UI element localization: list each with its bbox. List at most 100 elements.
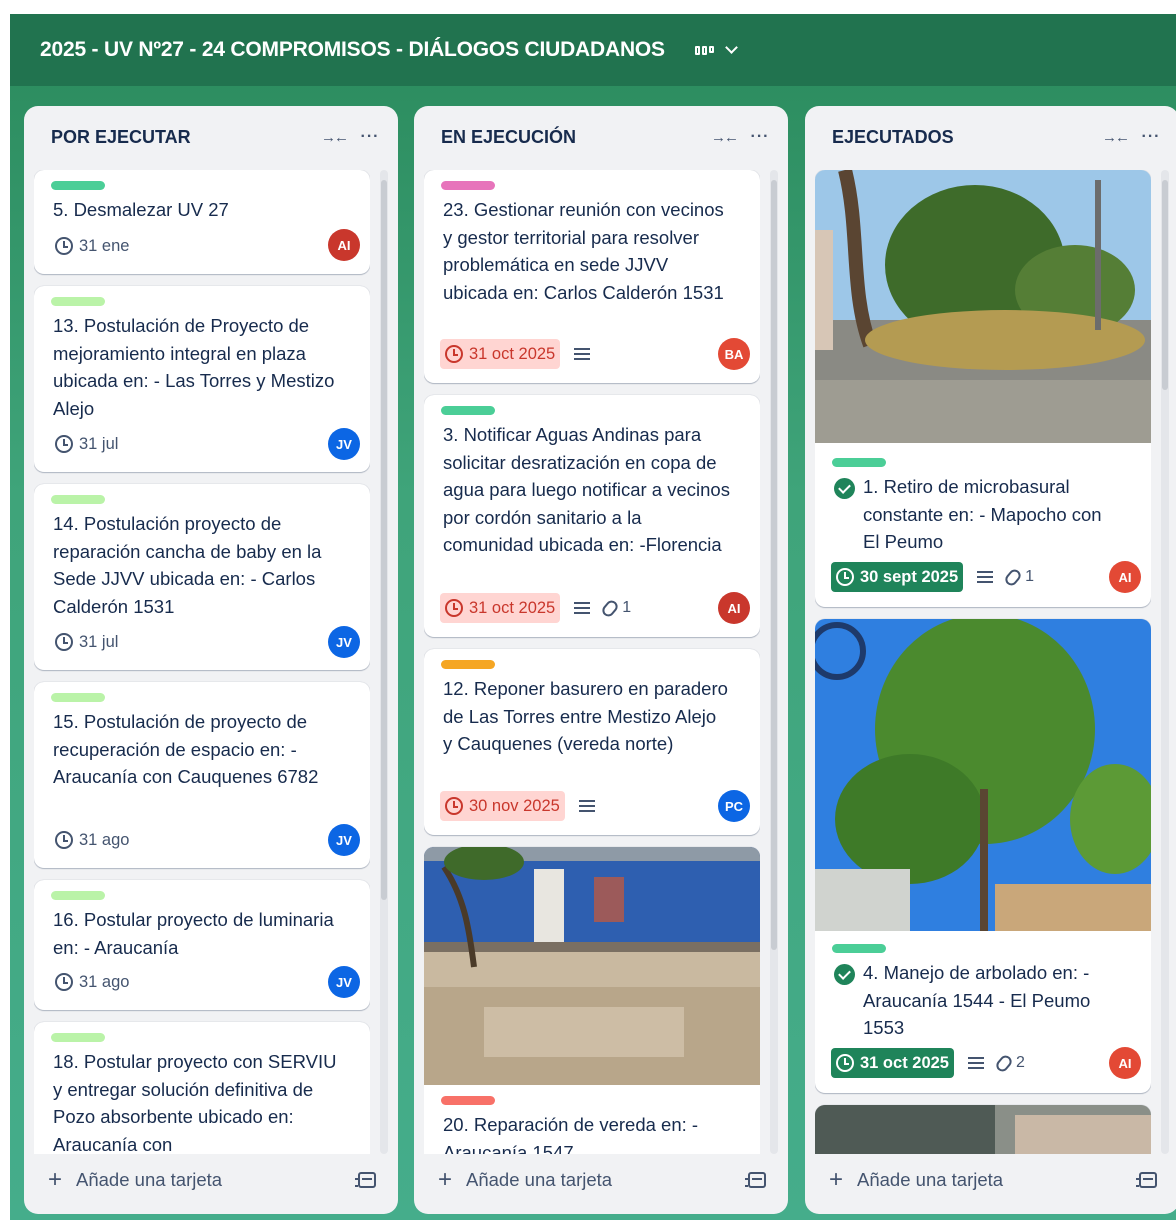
avatar[interactable]: AI: [718, 592, 750, 624]
card-label[interactable]: [51, 495, 105, 504]
plus-icon: +: [438, 1166, 453, 1193]
due-date: 31 ago: [79, 972, 130, 991]
card[interactable]: 12. Reponer basurero en paradero de Las …: [424, 649, 760, 835]
card-label[interactable]: [441, 1096, 495, 1105]
card-label[interactable]: [832, 458, 886, 467]
due-date-badge[interactable]: 31 jul: [50, 627, 123, 657]
card[interactable]: 13. Postulación de Proyecto de mejoramie…: [34, 286, 370, 472]
clock-icon: [55, 237, 73, 255]
due-date-badge[interactable]: 31 oct 2025: [440, 339, 561, 369]
list-header: POR EJECUTAR →← ···: [24, 106, 398, 168]
avatar[interactable]: JV: [328, 966, 360, 998]
list-menu-icon[interactable]: ···: [746, 123, 774, 151]
card[interactable]: 4. Manejo de arbolado en: - Araucanía 15…: [815, 619, 1151, 1093]
due-date: 30 sept 2025: [860, 567, 959, 586]
card[interactable]: 14. Postulación proyecto de reparación c…: [34, 484, 370, 670]
card[interactable]: 1. Retiro de microbasural constante en: …: [815, 170, 1151, 607]
collapse-list-icon[interactable]: →←: [1101, 123, 1130, 151]
check-circle-icon[interactable]: [834, 478, 855, 499]
card[interactable]: 16. Postular proyecto de luminaria en: -…: [34, 880, 370, 1010]
scrollbar[interactable]: [380, 170, 388, 1154]
clock-icon: [445, 599, 463, 617]
list-menu-icon[interactable]: ···: [356, 123, 384, 151]
card-label[interactable]: [51, 1033, 105, 1042]
add-card-button[interactable]: + Añade una tarjeta: [38, 1160, 384, 1200]
avatar[interactable]: BA: [718, 338, 750, 370]
card-title: 4. Manejo de arbolado en: - Araucanía 15…: [863, 962, 1091, 1038]
avatar[interactable]: JV: [328, 428, 360, 460]
card[interactable]: 23. Gestionar reunión con vecinos y gest…: [424, 170, 760, 383]
list-title[interactable]: EN EJECUCIÓN: [441, 127, 702, 148]
scroll-thumb[interactable]: [1162, 180, 1168, 390]
avatar[interactable]: AI: [328, 229, 360, 261]
avatar[interactable]: PC: [718, 790, 750, 822]
collapse-list-icon[interactable]: →←: [320, 123, 349, 151]
add-card-button[interactable]: + Añade una tarjeta: [428, 1160, 774, 1200]
card-label[interactable]: [441, 660, 495, 669]
due-date-badge[interactable]: 31 oct 2025: [831, 1048, 954, 1078]
card-badges: 31 oct 2025 2: [831, 1048, 1141, 1078]
card-list: 1. Retiro de microbasural constante en: …: [815, 170, 1151, 1154]
board-title[interactable]: 2025 - UV Nº27 - 24 COMPROMISOS - DIÁLOG…: [40, 38, 665, 62]
scrollbar[interactable]: [1161, 170, 1169, 1154]
check-circle-icon[interactable]: [834, 964, 855, 985]
card-label[interactable]: [441, 406, 495, 415]
card-template-icon[interactable]: [1136, 1172, 1157, 1188]
due-date-badge[interactable]: 31 ago: [50, 967, 134, 997]
due-date: 31 oct 2025: [469, 344, 556, 363]
card-cover-image: [815, 170, 1151, 443]
scroll-thumb[interactable]: [381, 180, 387, 900]
scrollbar[interactable]: [770, 170, 778, 1154]
card-title: 13. Postulación de Proyecto de mejoramie…: [53, 315, 335, 419]
card-badges: 31 jul: [50, 429, 360, 459]
board-view-switcher[interactable]: [694, 41, 738, 56]
card[interactable]: 5. Desmalezar UV 27 31 ene AI: [34, 170, 370, 274]
collapse-list-icon[interactable]: →←: [710, 123, 739, 151]
card-label[interactable]: [441, 181, 495, 190]
list-por-ejecutar: POR EJECUTAR →← ··· 5. Desmalezar UV 27 …: [24, 106, 398, 1214]
add-card-button[interactable]: + Añade una tarjeta: [819, 1160, 1165, 1200]
due-date-badge[interactable]: 31 jul: [50, 429, 123, 459]
due-date: 31 jul: [79, 632, 119, 651]
card[interactable]: 18. Postular proyecto con SERVIU y entre…: [34, 1022, 370, 1154]
card-badges: 31 jul: [50, 627, 360, 657]
list-title[interactable]: EJECUTADOS: [832, 127, 1093, 148]
card-title: 20. Reparación de vereda en: -Araucanía …: [443, 1114, 699, 1154]
card[interactable]: 15. Postulación de proyecto de recuperac…: [34, 682, 370, 868]
add-card-label: Añade una tarjeta: [466, 1169, 613, 1190]
due-date-badge[interactable]: 30 nov 2025: [440, 791, 565, 821]
list-ejecutados: EJECUTADOS →← ··· 1. Retiro de microbasu…: [805, 106, 1176, 1214]
due-date-badge[interactable]: 31 oct 2025: [440, 593, 561, 623]
card-label[interactable]: [51, 693, 105, 702]
card-badges: 31 oct 2025: [440, 339, 750, 369]
card-label[interactable]: [51, 181, 105, 190]
card[interactable]: 20. Reparación de vereda en: -Araucanía …: [424, 847, 760, 1154]
avatar[interactable]: AI: [1109, 561, 1141, 593]
scroll-thumb[interactable]: [771, 180, 777, 950]
avatar[interactable]: AI: [1109, 1047, 1141, 1079]
clock-icon: [445, 345, 463, 363]
paperclip-icon: [1003, 566, 1024, 588]
clock-icon: [55, 831, 73, 849]
clock-icon: [445, 797, 463, 815]
due-date-badge[interactable]: 30 sept 2025: [831, 562, 964, 592]
card[interactable]: [815, 1105, 1151, 1154]
card-template-icon[interactable]: [355, 1172, 376, 1188]
card-label[interactable]: [832, 944, 886, 953]
card-title: 23. Gestionar reunión con vecinos y gest…: [443, 199, 724, 303]
card-label[interactable]: [51, 891, 105, 900]
due-date: 31 ene: [79, 236, 130, 255]
avatar[interactable]: JV: [328, 626, 360, 658]
card-label[interactable]: [51, 297, 105, 306]
clock-icon: [55, 435, 73, 453]
due-date-badge[interactable]: 31 ago: [50, 825, 134, 855]
card[interactable]: 3. Notificar Aguas Andinas para solicita…: [424, 395, 760, 637]
card-template-icon[interactable]: [745, 1172, 766, 1188]
due-date-badge[interactable]: 31 ene: [50, 231, 134, 261]
card-badges: 31 ago: [50, 967, 360, 997]
list-menu-icon[interactable]: ···: [1137, 123, 1165, 151]
description-icon: [578, 800, 595, 812]
list-title[interactable]: POR EJECUTAR: [51, 127, 312, 148]
avatar[interactable]: JV: [328, 824, 360, 856]
due-date: 31 oct 2025: [469, 598, 556, 617]
